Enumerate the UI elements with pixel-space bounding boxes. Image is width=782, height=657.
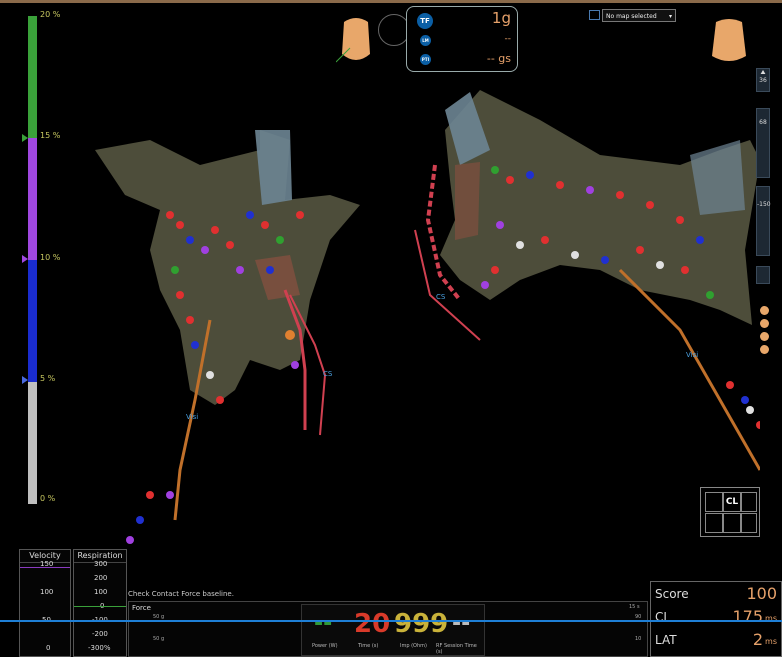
velocity-panel: Velocity 150 100 50 0 bbox=[19, 549, 71, 657]
display-mode-panel: CL bbox=[700, 487, 760, 537]
scale-label-15: 15 % bbox=[40, 131, 61, 140]
right-visi-label: Visi bbox=[686, 351, 699, 359]
map-mode-icon[interactable] bbox=[741, 513, 757, 533]
torso-icon[interactable] bbox=[760, 345, 769, 354]
scale-label-5: 5 % bbox=[40, 374, 56, 383]
score-panel: Score 100 CL 175 ms LAT 2 ms bbox=[650, 581, 782, 657]
respiration-trace bbox=[74, 606, 126, 607]
pti-value: -- gs bbox=[486, 52, 511, 65]
scale-segment-purple bbox=[28, 138, 37, 260]
ablation-readout: -- Power (W) 20 Time (s) 999 Imp (Ohm) -… bbox=[301, 604, 485, 656]
tf-button[interactable]: TF bbox=[417, 13, 433, 29]
respiration-tick: 100 bbox=[94, 588, 108, 596]
map-select-value: No map selected bbox=[606, 13, 657, 20]
force-right-tick-lower: 10 bbox=[635, 636, 642, 642]
percentage-scale bbox=[28, 16, 37, 504]
reference-line bbox=[0, 620, 782, 622]
respiration-tick: 300 bbox=[94, 560, 108, 568]
left-cs-label: CS bbox=[323, 370, 333, 378]
scale-segment-gray bbox=[28, 382, 37, 504]
power-value: -- bbox=[314, 611, 333, 636]
torso-icon bbox=[335, 18, 370, 63]
power-label: Power (W) bbox=[312, 643, 338, 649]
scale-handle-lower[interactable] bbox=[22, 376, 28, 384]
rf-session-label: RF Session Time (s) bbox=[436, 643, 477, 655]
force-time-tick: 15 s bbox=[629, 604, 640, 610]
lat-row: LAT 2 ms bbox=[655, 630, 777, 652]
lm-value: -- bbox=[504, 34, 512, 44]
gauge-icon[interactable] bbox=[741, 492, 757, 512]
torso-icon[interactable] bbox=[760, 306, 769, 315]
respiration-tick: -300% bbox=[88, 644, 111, 652]
force-value: 1g bbox=[491, 9, 511, 27]
respiration-panel: Respiration 300 200 100 0 -100 -200 -300… bbox=[73, 549, 127, 657]
pti-button[interactable]: PTI bbox=[420, 54, 431, 65]
respiration-tick: -200 bbox=[92, 630, 108, 638]
respiration-tick: 200 bbox=[94, 574, 108, 582]
chevron-down-icon: ▾ bbox=[668, 13, 672, 20]
score-row: Score 100 bbox=[655, 584, 777, 606]
zoom-control[interactable]: ⛰ 36 bbox=[756, 68, 770, 92]
opacity-slider[interactable]: 68 bbox=[756, 108, 770, 178]
cl-value: 175 bbox=[732, 607, 763, 626]
torso-icon bbox=[712, 19, 746, 61]
grid-icon[interactable] bbox=[705, 513, 723, 533]
rf-session-value: -- bbox=[452, 611, 471, 636]
scale-label-0: 0 % bbox=[40, 494, 56, 503]
threshold-slider[interactable]: -150 bbox=[756, 186, 771, 256]
torso-icon[interactable] bbox=[760, 319, 769, 328]
top-border bbox=[0, 0, 782, 3]
score-value: 100 bbox=[746, 584, 777, 603]
torso-icon[interactable] bbox=[760, 332, 769, 341]
impedance-label: Imp (Ohm) bbox=[400, 643, 427, 649]
velocity-tick: 0 bbox=[46, 644, 51, 652]
ecg-icon[interactable] bbox=[705, 492, 723, 512]
lat-value: 2 bbox=[752, 630, 763, 649]
scale-handle-upper[interactable] bbox=[22, 134, 28, 142]
left-visi-label: Visi bbox=[186, 413, 199, 421]
threshold-value: -150 bbox=[757, 201, 771, 208]
velocity-trace bbox=[20, 567, 70, 568]
waveform-icon[interactable] bbox=[723, 513, 741, 533]
time-value: 20 bbox=[354, 609, 391, 639]
force-tick-lower: 50 g bbox=[153, 636, 165, 642]
scale-handle-mid[interactable] bbox=[22, 255, 28, 263]
map-select-dropdown[interactable]: No map selected ▾ bbox=[602, 9, 676, 22]
cl-row: CL 175 ms bbox=[655, 607, 777, 629]
time-label: Time (s) bbox=[358, 643, 379, 649]
mountain-icon: ⛰ bbox=[760, 69, 766, 76]
status-message: Check Contact Force baseline. bbox=[128, 590, 234, 598]
lat-label: LAT bbox=[655, 633, 677, 647]
right-orientation-torso[interactable] bbox=[706, 16, 752, 68]
scale-label-10: 10 % bbox=[40, 253, 61, 262]
impedance-value: 999 bbox=[394, 609, 449, 639]
scale-segment-green bbox=[28, 16, 37, 138]
velocity-tick: 100 bbox=[40, 588, 54, 596]
scale-label-20: 20 % bbox=[40, 10, 61, 19]
scale-segment-blue bbox=[28, 260, 37, 382]
lm-button[interactable]: LM bbox=[420, 35, 431, 46]
tool-button[interactable] bbox=[756, 266, 770, 284]
cl-mode-button[interactable]: CL bbox=[723, 492, 741, 512]
score-label: Score bbox=[655, 587, 689, 601]
opacity-value: 68 bbox=[759, 119, 767, 126]
view-presets[interactable] bbox=[760, 306, 770, 362]
right-cs-label: CS bbox=[436, 293, 446, 301]
anatomy-map-view[interactable] bbox=[60, 60, 760, 560]
map-icon[interactable] bbox=[589, 10, 600, 20]
catheter-status-hud: TF LM PTI 1g -- -- gs bbox=[406, 6, 518, 72]
lat-unit: ms bbox=[765, 637, 777, 646]
right-anatomy-shell bbox=[440, 90, 760, 325]
force-panel: Force 50 g 50 g 15 s 90 10 -- Power (W) … bbox=[128, 601, 648, 657]
left-orientation-torso[interactable] bbox=[335, 14, 376, 70]
zoom-value: 36 bbox=[759, 77, 767, 84]
force-title: Force bbox=[132, 604, 151, 612]
